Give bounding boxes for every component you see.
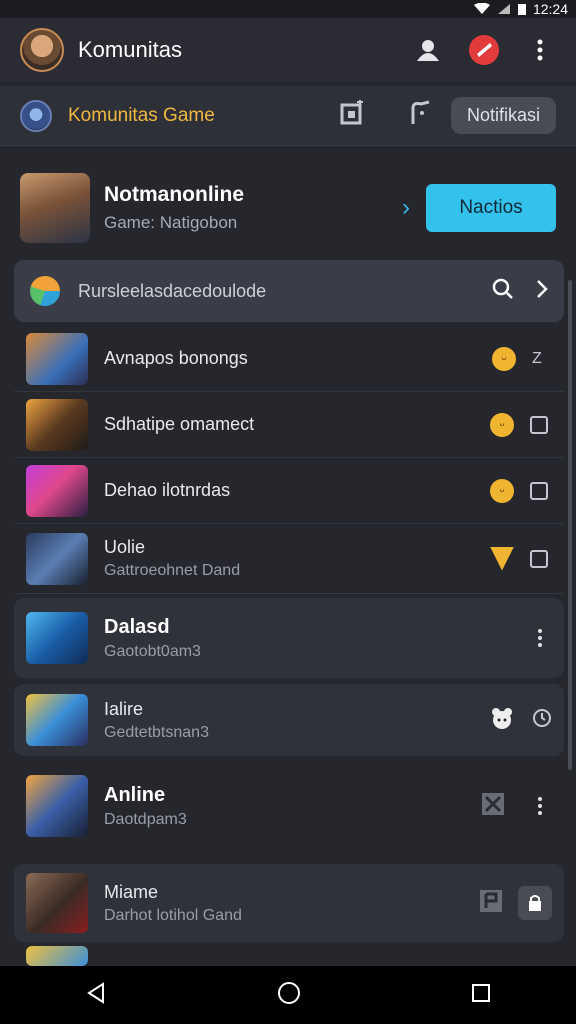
smile-badge-icon: ᵕ: [490, 478, 514, 503]
list-item[interactable]: Anline Daotdpam3: [14, 764, 564, 848]
primary-action-button[interactable]: Nactios: [426, 184, 556, 232]
filter-icon[interactable]: [409, 100, 433, 131]
add-post-icon[interactable]: [339, 100, 365, 131]
status-icons: 12:24: [473, 0, 568, 18]
list-item-text: Dalasd Gaotobt0am3: [104, 616, 530, 661]
list-item-title: Avnapos bonongs: [104, 348, 248, 368]
list-item-subtitle: Gedtetbtsnan3: [104, 723, 209, 741]
list-item-subtitle: Darhot lotihol Gand: [104, 906, 242, 924]
globe-icon: [30, 276, 60, 306]
game-thumbnail: [26, 612, 88, 664]
signal-icon: [497, 4, 510, 14]
app-bar: Komunitas: [0, 18, 576, 82]
game-thumbnail: [26, 694, 88, 746]
smile-badge-icon: ᵕ: [492, 346, 516, 371]
recents-icon[interactable]: [471, 983, 491, 1008]
list-item-text: Uolie Gattroeohnet Dand: [104, 537, 490, 580]
game-thumbnail: [26, 873, 88, 933]
search-card[interactable]: Rursleelasdacedoulode: [14, 260, 564, 322]
notifications-button[interactable]: Notifikasi: [450, 97, 556, 134]
status-time: 12:24: [532, 1, 568, 17]
profile-text: Notmanonline Game: Natigobon: [104, 183, 402, 233]
list-item-subtitle: Gaotobt0am3: [104, 642, 201, 660]
square-icon[interactable]: [530, 481, 548, 500]
chevron-right-icon[interactable]: [536, 279, 548, 304]
community-avatar: [20, 99, 52, 132]
puzzle-icon: [480, 791, 506, 822]
list-item[interactable]: Sdhatipe omamect ᵕ: [14, 392, 564, 458]
list-item-title: Sdhatipe omamect: [104, 414, 255, 434]
list-item[interactable]: Dehao ilotnrdas ᵕ: [14, 458, 564, 524]
list-item-text: Ialire Gedtetbtsnan3: [104, 699, 490, 742]
list-item-title: Miame: [104, 881, 159, 902]
scrollbar[interactable]: [568, 280, 572, 770]
wifi-icon: [473, 3, 490, 14]
home-icon[interactable]: [277, 981, 301, 1010]
back-icon[interactable]: [85, 981, 107, 1009]
game-thumbnail: [26, 464, 88, 517]
list-item[interactable]: Miame Darhot lotihol Gand: [14, 864, 564, 942]
warning-badge-icon: [490, 546, 514, 571]
list-item-title: Dehao ilotnrdas: [104, 480, 231, 500]
system-nav-bar: [0, 966, 576, 1024]
list-item[interactable]: Uolie Gattroeohnet Dand: [14, 524, 564, 594]
timer-icon[interactable]: [532, 708, 552, 733]
profile-subtitle: Game: Natigobon: [104, 213, 238, 232]
list-item-text: Miame Darhot lotihol Gand: [104, 882, 478, 925]
game-thumbnail: [26, 398, 88, 451]
search-icon[interactable]: [492, 278, 514, 305]
list-item-text: Anline Daotdpam3: [104, 784, 480, 829]
mascot-icon: [490, 707, 514, 734]
profile-icon[interactable]: [412, 34, 444, 66]
game-profile-row: Notmanonline Game: Natigobon › Nactios: [0, 160, 576, 256]
community-sub-bar: Komunitas Game Notifikasi: [0, 86, 576, 146]
status-bar: 12:24: [0, 0, 576, 18]
list-item-title: Ialire: [104, 698, 144, 719]
no-entry-icon[interactable]: [468, 34, 500, 66]
profile-image: [20, 173, 90, 243]
list-item[interactable]: Avnapos bonongs ᵕ Z: [14, 326, 564, 392]
list-item-text: Sdhatipe omamect: [104, 414, 490, 435]
more-vert-icon[interactable]: [530, 629, 550, 647]
list-item[interactable]: Dalasd Gaotobt0am3: [14, 598, 564, 678]
edit-icon[interactable]: Z: [532, 350, 552, 368]
more-vert-icon[interactable]: [530, 797, 550, 815]
puzzle-icon: [478, 888, 504, 919]
battery-icon: [517, 4, 526, 15]
game-thumbnail: [26, 332, 88, 385]
more-vert-icon[interactable]: [524, 34, 556, 66]
chevron-right-icon[interactable]: ›: [402, 194, 410, 222]
search-card-label: Rursleelasdacedoulode: [78, 280, 267, 301]
list-item-title: Anline: [104, 783, 166, 806]
list-item-title: Dalasd: [104, 615, 170, 638]
profile-name: Notmanonline: [104, 183, 244, 206]
list-item-title: Uolie: [104, 537, 146, 557]
community-title: Komunitas Game: [68, 104, 215, 126]
lock-icon[interactable]: [518, 886, 552, 920]
user-avatar[interactable]: [20, 28, 64, 72]
app-title: Komunitas: [78, 37, 182, 62]
list-item-subtitle: Daotdpam3: [104, 810, 187, 828]
list-item-text: Avnapos bonongs: [104, 348, 492, 369]
square-icon[interactable]: [530, 415, 548, 434]
list-item[interactable]: Ialire Gedtetbtsnan3: [14, 684, 564, 756]
smile-badge-icon: ᵕ: [490, 412, 514, 437]
square-icon[interactable]: [530, 549, 548, 568]
list-item-text: Dehao ilotnrdas: [104, 480, 490, 501]
game-thumbnail: [26, 946, 88, 966]
list-item-partial[interactable]: [14, 946, 564, 966]
list-item-subtitle: Gattroeohnet Dand: [104, 562, 241, 579]
game-thumbnail: [26, 775, 88, 837]
game-thumbnail: [26, 532, 88, 585]
